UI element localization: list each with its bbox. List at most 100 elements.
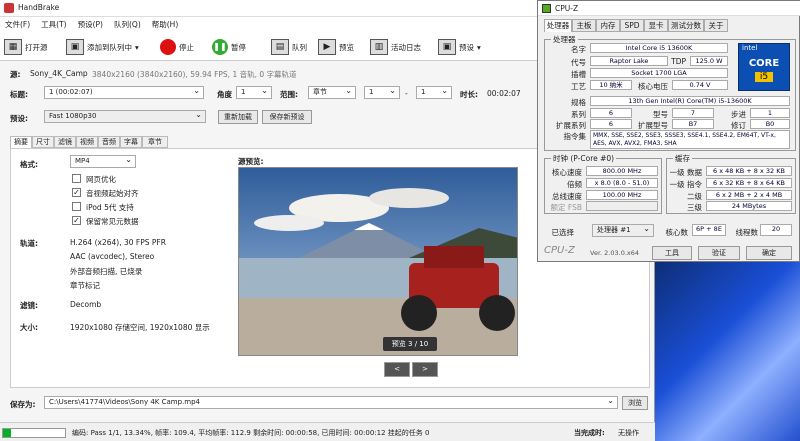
l2-value: 6 x 2 MB + 2 x 4 MB <box>706 190 792 200</box>
cpuz-logo: CPU-Z <box>544 245 575 256</box>
menu-presets[interactable]: 预设(P) <box>78 17 103 33</box>
tab-filters[interactable]: 滤镜 <box>54 136 76 148</box>
tech-label: 工艺 <box>571 82 586 91</box>
tab-subtitles[interactable]: 字幕 <box>120 136 142 148</box>
range-type-select[interactable]: 章节 <box>308 85 356 99</box>
metadata-label: 保留常见元数据 <box>86 217 139 226</box>
menu-tools[interactable]: 工具(T) <box>41 17 66 33</box>
source-info: 3840x2160 (3840x2160), 59.94 FPS, 1 音轨, … <box>92 70 297 79</box>
tab-spd[interactable]: SPD <box>620 19 644 32</box>
range-to-select[interactable]: 1 <box>416 85 452 99</box>
save-preset-button[interactable]: 保存新预设 <box>262 110 312 124</box>
save-path-input[interactable]: C:\Users\41774\Videos\Sony 4K Camp.mp4 <box>44 395 618 409</box>
open-source-button[interactable]: ▦ 打开源 <box>4 37 48 57</box>
track-video: H.264 (x264), 30 FPS PFR <box>70 238 166 247</box>
threads-value: 20 <box>760 224 792 236</box>
progress-bar <box>2 428 66 438</box>
web-optimize-checkbox[interactable] <box>72 174 81 183</box>
clocks-group-label: 时钟 (P-Core #0) <box>551 153 617 164</box>
prev-preview-button[interactable]: < <box>384 362 410 377</box>
menu-queue[interactable]: 队列(Q) <box>114 17 141 33</box>
status-bar: 编码: Pass 1/1, 13.34%, 帧率: 109.4, 平均帧率: 1… <box>0 422 655 441</box>
stop-button[interactable]: 停止 <box>160 37 194 57</box>
next-preview-button[interactable]: > <box>412 362 438 377</box>
l3-label: 三级 <box>687 203 702 212</box>
cores-label: 核心数 <box>665 228 689 237</box>
desktop-wallpaper <box>650 250 800 441</box>
l2-label: 二级 <box>687 192 702 201</box>
tdp-value: 125.0 W <box>690 56 728 66</box>
preview-label: 源预览: <box>238 157 264 166</box>
angle-label: 角度 <box>217 90 232 99</box>
bus-speed-value: 100.00 MHz <box>586 190 658 200</box>
when-done-select[interactable]: 无操作 <box>618 428 639 438</box>
source-preview-image[interactable] <box>238 167 518 356</box>
menu-help[interactable]: 帮助(H) <box>152 17 179 33</box>
instructions-value: MMX, SSE, SSE2, SSE3, SSSE3, SSE4.1, SSE… <box>590 130 790 149</box>
tab-about[interactable]: 关于 <box>704 19 728 32</box>
selection-label: 已选择 <box>551 228 575 237</box>
l1i-label: 一级 指令 <box>669 180 702 189</box>
tab-summary[interactable]: 摘要 <box>10 136 32 148</box>
vcore-value: 0.74 V <box>672 80 728 90</box>
source-label: 源: <box>10 70 21 79</box>
range-from-select[interactable]: 1 <box>364 85 400 99</box>
revision-value: B0 <box>750 119 790 129</box>
extfam-label: 扩展系列 <box>556 121 586 130</box>
tab-cpu[interactable]: 处理器 <box>544 19 572 32</box>
add-queue-button[interactable]: ▣ 添加到队列中 ▾ <box>66 37 139 57</box>
spec-label: 规格 <box>571 98 586 107</box>
format-select[interactable]: MP4 <box>70 154 136 168</box>
processor-select[interactable]: 处理器 #1 <box>592 223 654 237</box>
tools-button[interactable]: 工具 <box>652 246 692 260</box>
range-dash: - <box>405 89 408 98</box>
pause-icon: ❚❚ <box>212 39 228 55</box>
track-audio-scan: 外部音频扫描, 已烧录 <box>70 267 143 276</box>
handbrake-logo-icon <box>4 3 14 13</box>
tab-bench[interactable]: 测试分数 <box>668 19 704 32</box>
cpuz-app-icon <box>542 4 551 13</box>
size-label: 大小: <box>20 323 38 332</box>
track-chapters: 章节标记 <box>70 281 100 290</box>
metadata-checkbox[interactable]: ✓ <box>72 216 81 225</box>
family-value: 6 <box>590 108 632 118</box>
duration-label: 时长: <box>460 90 478 99</box>
reload-button[interactable]: 重新加载 <box>218 110 258 124</box>
tab-dimensions[interactable]: 尺寸 <box>32 136 54 148</box>
align-av-checkbox[interactable]: ✓ <box>72 188 81 197</box>
code-label: 代号 <box>571 58 586 67</box>
preview-icon: ▶ <box>318 39 336 55</box>
ok-button[interactable]: 确定 <box>746 246 792 260</box>
multiplier-value: x 8.0 (8.0 - 51.0) <box>586 178 658 188</box>
title-select[interactable]: 1 (00:02:07) <box>44 85 204 99</box>
queue-button[interactable]: ▤ 队列 <box>271 37 307 57</box>
tab-graphics[interactable]: 显卡 <box>644 19 668 32</box>
browse-button[interactable]: 浏览 <box>622 396 648 410</box>
intel-core-badge: intel CORE i5 <box>738 43 790 91</box>
model-value: 7 <box>672 108 714 118</box>
tab-mainboard[interactable]: 主板 <box>572 19 596 32</box>
presets-button[interactable]: ▣ 预设 ▾ <box>438 37 481 57</box>
pause-button[interactable]: ❚❚ 暂停 <box>212 37 246 57</box>
tracks-label: 轨道: <box>20 239 38 248</box>
menu-file[interactable]: 文件(F) <box>5 17 30 33</box>
extfam-value: 6 <box>590 119 632 129</box>
tab-video[interactable]: 视频 <box>76 136 98 148</box>
tab-audio[interactable]: 音频 <box>98 136 120 148</box>
tab-memory[interactable]: 内存 <box>596 19 620 32</box>
multiplier-label: 倍频 <box>567 180 582 189</box>
when-done-label: 当完成时: <box>574 429 605 437</box>
cpuz-title-bar: CPU-Z <box>538 1 800 16</box>
preset-select[interactable]: Fast 1080p30 <box>44 109 206 123</box>
ipod-checkbox[interactable] <box>72 202 81 211</box>
preview-button[interactable]: ▶ 预览 <box>318 37 354 57</box>
validate-button[interactable]: 验证 <box>698 246 740 260</box>
activity-log-button[interactable]: ▥ 活动日志 <box>370 37 421 57</box>
cpuz-version: Ver. 2.03.0.x64 <box>590 249 640 257</box>
track-audio: AAC (avcodec), Stereo <box>70 252 155 261</box>
ipod-label: iPod 5代 支持 <box>86 203 134 212</box>
angle-select[interactable]: 1 <box>236 85 272 99</box>
stepping-label: 步进 <box>731 110 746 119</box>
core-speed-label: 核心速度 <box>552 168 582 177</box>
tab-chapters[interactable]: 章节 <box>142 136 168 148</box>
